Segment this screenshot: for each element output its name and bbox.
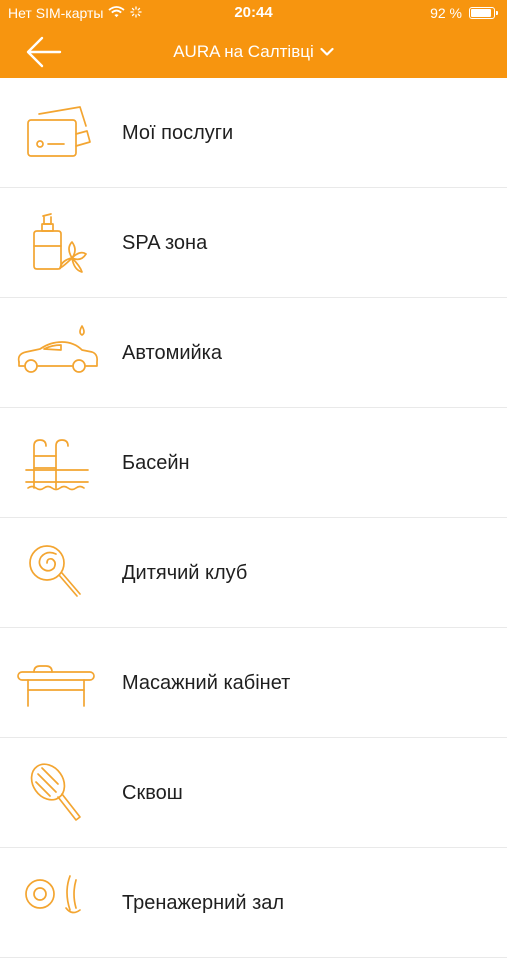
- lollipop-icon: [29, 545, 81, 597]
- list-item-label: Мої послуги: [122, 122, 234, 144]
- list-item-car-wash[interactable]: Автомийка: [0, 298, 507, 408]
- pool-ladder-icon: [25, 439, 89, 491]
- list-item-label: Сквош: [122, 782, 183, 804]
- location-selector[interactable]: AURA на Салтівці: [0, 42, 507, 62]
- list-item-massage[interactable]: Масажний кабінет: [0, 628, 507, 738]
- list-item-label: Басейн: [122, 452, 190, 474]
- list-item-label: SPA зона: [122, 232, 208, 254]
- chevron-down-icon: [320, 47, 334, 56]
- status-bar: Нет SIM-карты 20:44 92 %: [0, 0, 507, 28]
- squash-racket-icon: [30, 763, 81, 821]
- car-wash-icon: [17, 325, 98, 373]
- list-item-spa[interactable]: SPA зона: [0, 188, 507, 298]
- services-list: Мої послуги SPA зона Автомийка Басейн Ди…: [0, 78, 507, 958]
- list-item-label: Масажний кабінет: [122, 672, 291, 694]
- list-item-kids-club[interactable]: Дитячий клуб: [0, 518, 507, 628]
- list-item-gym[interactable]: Тренажерний зал: [0, 848, 507, 958]
- battery-icon: [469, 7, 498, 19]
- page-title: AURA на Салтівці: [173, 42, 314, 61]
- spa-bottle-icon: [33, 213, 87, 273]
- battery-percent: 92 %: [430, 5, 462, 21]
- battery-tip: [496, 11, 498, 15]
- massage-table-icon: [17, 665, 95, 707]
- card-icon: [27, 106, 91, 157]
- battery-fill: [471, 9, 492, 17]
- list-item-my-services[interactable]: Мої послуги: [0, 78, 507, 188]
- status-right: 92 %: [430, 5, 498, 21]
- list-item-label: Дитячий клуб: [122, 562, 248, 584]
- list-item-label: Автомийка: [122, 342, 222, 364]
- list-item-pool[interactable]: Басейн: [0, 408, 507, 518]
- list-item-squash[interactable]: Сквош: [0, 738, 507, 848]
- app-header: Нет SIM-карты 20:44 92 % AURA на Салтівц…: [0, 0, 507, 78]
- list-item-label: Тренажерний зал: [122, 892, 285, 914]
- gym-icon: [25, 875, 81, 914]
